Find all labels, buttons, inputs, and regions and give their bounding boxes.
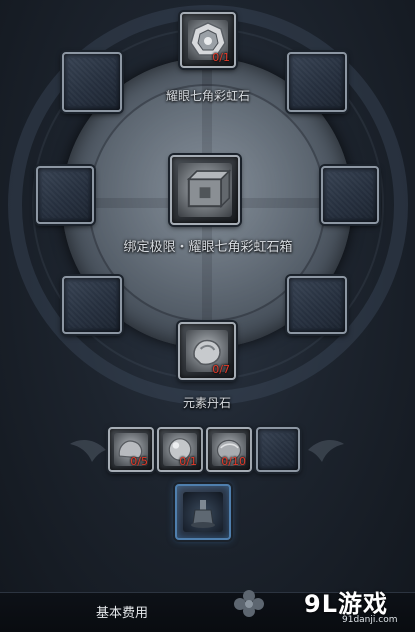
material-count-2: 0/1 — [179, 455, 197, 468]
bottom-item-count: 0/7 — [212, 363, 230, 376]
watermark-url: 91danji.com — [342, 615, 398, 625]
empty-slot-left[interactable] — [36, 166, 94, 224]
site-watermark: 9L游戏 91danji.com — [298, 582, 415, 632]
empty-slot-lower-left[interactable] — [62, 276, 122, 334]
crafting-result-icon — [183, 492, 223, 532]
material-count-3: 0/10 — [221, 455, 246, 468]
material-count-1: 0/5 — [130, 455, 148, 468]
empty-slot-lower-right[interactable] — [287, 276, 347, 334]
left-wing-ornament — [70, 440, 106, 462]
clover-ornament-icon — [234, 590, 264, 617]
gem-box-icon — [178, 163, 232, 217]
watermark-logo: 9L游戏 — [304, 590, 388, 618]
crafting-panel: 0/1 耀眼七角彩虹石 绑定极限・耀眼七角彩虹石箱 0/7 元素丹石 0/5 0… — [0, 0, 415, 632]
top-item-slot[interactable]: 0/1 — [180, 12, 236, 68]
right-wing-ornament — [308, 440, 344, 462]
material-slot-1[interactable]: 0/5 — [108, 427, 154, 472]
material-slot-4[interactable] — [256, 427, 300, 472]
material-slot-2[interactable]: 0/1 — [157, 427, 203, 472]
empty-slot-upper-left[interactable] — [62, 52, 122, 112]
center-item-slot[interactable] — [170, 155, 240, 225]
basic-fee-label: 基本费用 — [96, 606, 149, 621]
top-item-count: 0/1 — [212, 51, 230, 64]
material-slot-3[interactable]: 0/10 — [206, 427, 252, 472]
bottom-item-name: 元素丹石 — [182, 396, 231, 410]
bottom-item-slot[interactable]: 0/7 — [178, 322, 236, 380]
top-item-name: 耀眼七角彩虹石 — [165, 89, 250, 103]
center-item-name: 绑定极限・耀眼七角彩虹石箱 — [123, 240, 293, 255]
empty-slot-right[interactable] — [321, 166, 379, 224]
result-slot[interactable] — [175, 484, 231, 540]
empty-slot-upper-right[interactable] — [287, 52, 347, 112]
